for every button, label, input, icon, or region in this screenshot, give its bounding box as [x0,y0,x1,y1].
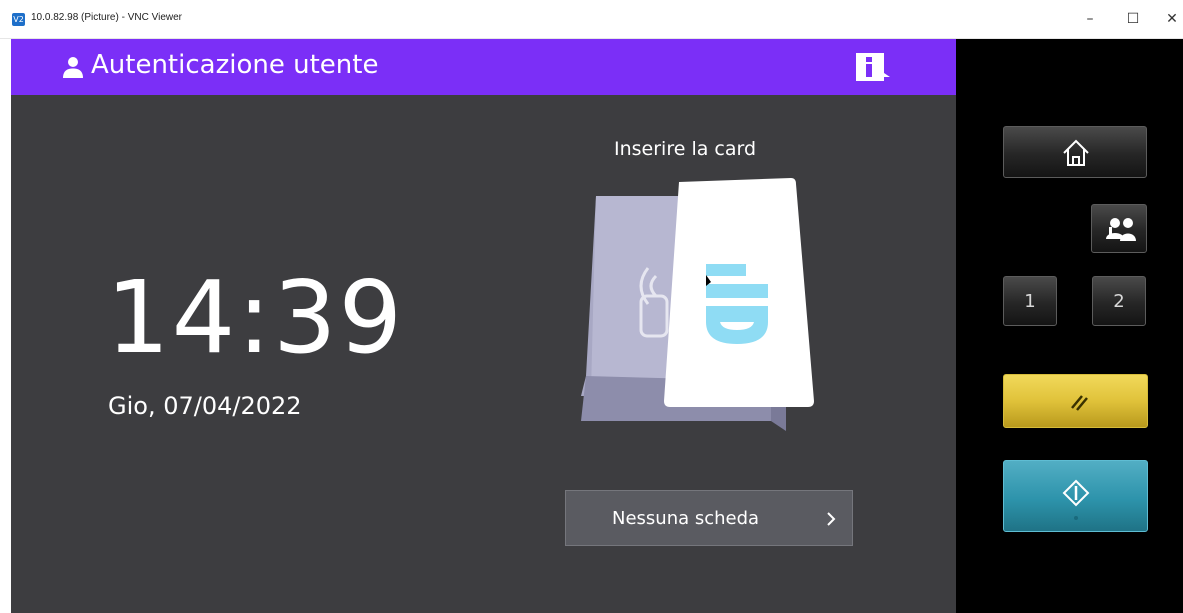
clock-time: 14:39 [106,259,405,376]
card-prompt: Inserire la card [614,138,757,160]
home-icon [1063,139,1089,166]
info-icon[interactable] [854,51,892,83]
program-1-button[interactable]: 1 [1003,276,1057,326]
start-button[interactable] [1003,460,1148,532]
user-icon [63,57,83,78]
card-reader-icon [581,178,814,431]
maximize-button[interactable]: ☐ [1113,6,1153,32]
hardware-control-panel: 1 2 [956,39,1183,613]
users-icon [1106,218,1136,241]
start-icon [1062,479,1090,520]
minimize-button[interactable]: – [1070,6,1110,32]
page-title: Autenticazione utente [91,50,379,80]
id-card [664,178,814,407]
window-left-border [0,39,11,613]
reset-button[interactable] [1003,374,1148,428]
no-card-label: Nessuna scheda [612,508,760,529]
user-switch-button[interactable] [1091,204,1147,253]
reset-icon [1071,395,1088,411]
program-2-button[interactable]: 2 [1092,276,1146,326]
window-title: 10.0.82.98 (Picture) - VNC Viewer [31,12,182,23]
device-screen: Autenticazione utente 14:39 Gio, 07/04/2… [11,39,956,613]
home-button[interactable] [1003,126,1147,178]
window-title-bar: V2 10.0.82.98 (Picture) - VNC Viewer – ☐… [0,0,1183,39]
clock-date: Gio, 07/04/2022 [108,392,302,420]
no-card-button[interactable]: Nessuna scheda [565,490,853,546]
close-button[interactable]: ✕ [1152,6,1183,32]
screen-header: Autenticazione utente [11,39,956,95]
chevron-right-icon [827,512,836,526]
vnc-app-icon: V2 [12,13,25,26]
